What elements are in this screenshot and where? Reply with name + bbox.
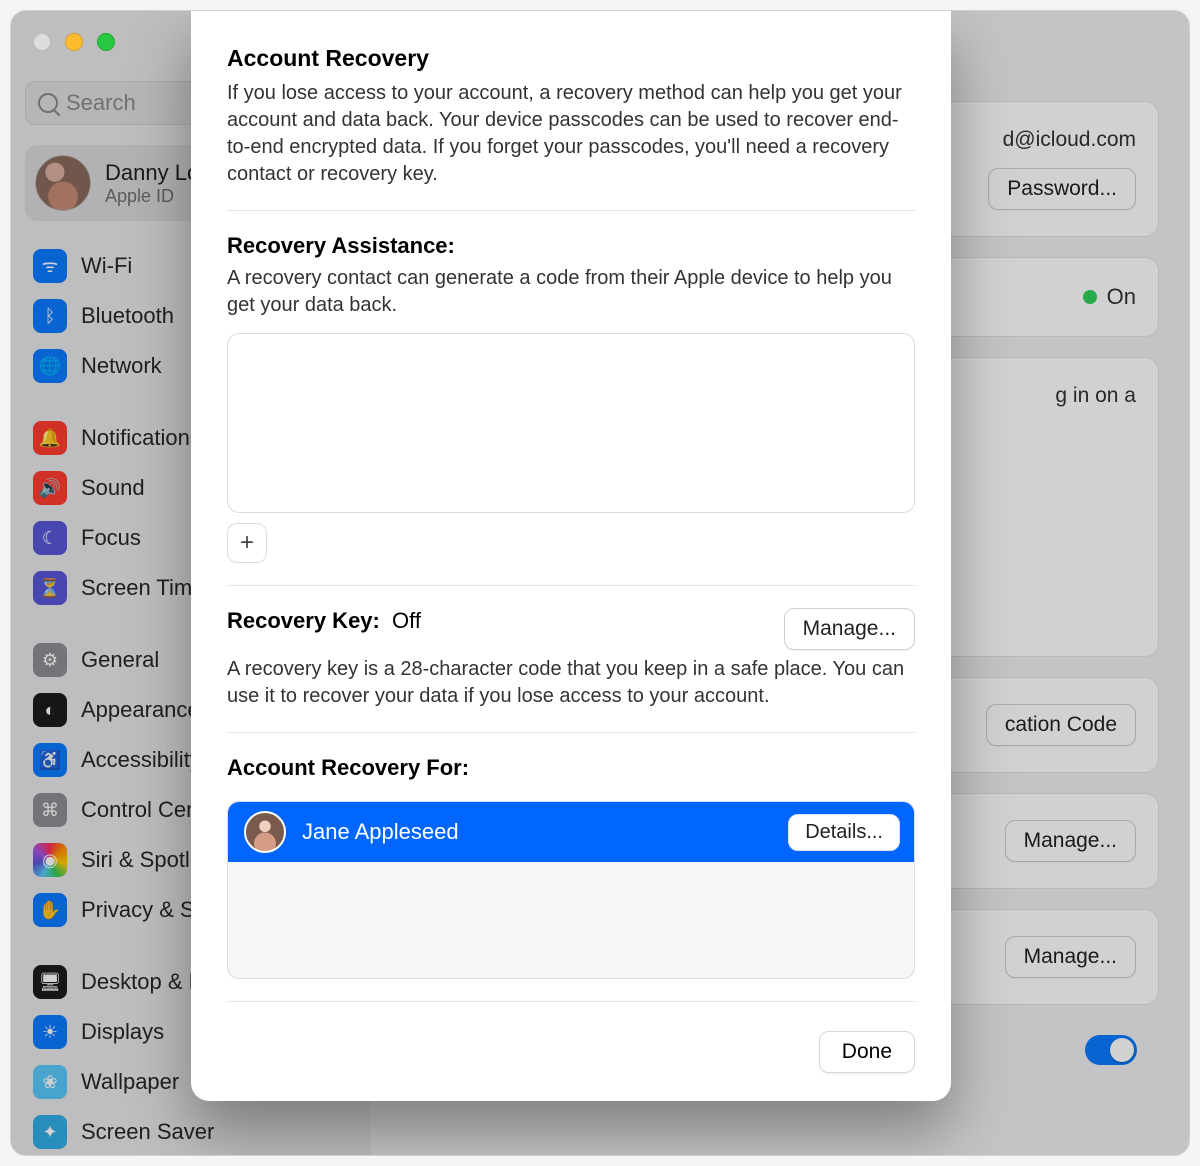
minimize-window-button[interactable] (65, 33, 83, 51)
add-recovery-contact-button[interactable]: + (227, 523, 267, 563)
divider (227, 210, 915, 211)
recovery-key-body: A recovery key is a 28-character code th… (227, 656, 915, 710)
contact-details-button[interactable]: Details... (788, 814, 900, 851)
divider (227, 1001, 915, 1002)
window-traffic-lights (33, 33, 115, 51)
zoom-window-button[interactable] (97, 33, 115, 51)
modal-title: Account Recovery (227, 45, 915, 72)
contact-name: Jane Appleseed (302, 819, 459, 845)
recovery-key-value: Off (392, 608, 421, 633)
system-settings-window: Search Danny Lo Apple ID ᯤWi-FiᛒBluetoot… (10, 10, 1190, 1156)
recovery-assistance-body: A recovery contact can generate a code f… (227, 265, 915, 319)
recovery-assistance-heading: Recovery Assistance: (227, 233, 915, 259)
modal-body: If you lose access to your account, a re… (227, 80, 915, 188)
contact-avatar (244, 811, 286, 853)
divider (227, 585, 915, 586)
close-window-button[interactable] (33, 33, 51, 51)
recovery-contacts-list[interactable] (227, 333, 915, 513)
account-recovery-modal: Account Recovery If you lose access to y… (191, 11, 951, 1101)
done-button[interactable]: Done (819, 1031, 915, 1073)
recovery-key-heading: Recovery Key: Off (227, 608, 421, 634)
recovery-for-contact-row[interactable]: Jane Appleseed Details... (228, 802, 914, 862)
divider (227, 732, 915, 733)
account-recovery-for-list: Jane Appleseed Details... (227, 801, 915, 979)
account-recovery-for-heading: Account Recovery For: (227, 755, 915, 781)
plus-icon: + (240, 529, 254, 557)
manage-recovery-key-button[interactable]: Manage... (784, 608, 915, 650)
